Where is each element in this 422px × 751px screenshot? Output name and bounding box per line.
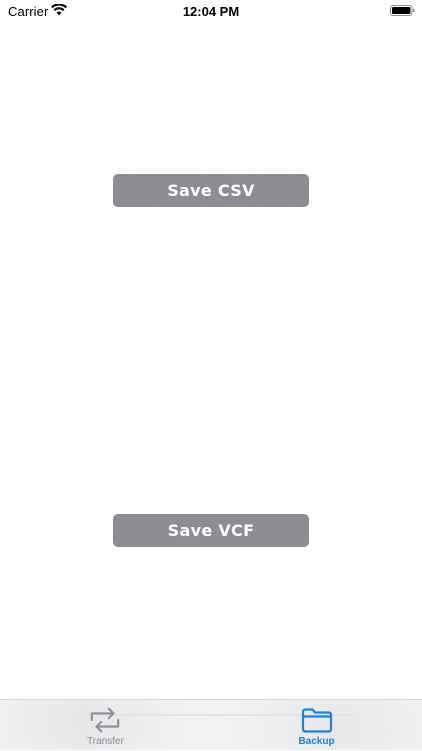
battery-icon: [390, 5, 415, 16]
clock: 12:04 PM: [182, 4, 240, 19]
tab-transfer[interactable]: Transfer: [0, 700, 211, 751]
transfer-arrows-icon: [90, 707, 119, 733]
save-vcf-button[interactable]: Save VCF: [113, 514, 309, 547]
tab-backup[interactable]: Backup: [211, 700, 422, 751]
tab-backup-label: Backup: [298, 736, 335, 747]
status-bar: Carrier 12:04 PM: [0, 0, 422, 24]
save-csv-button[interactable]: Save CSV: [113, 174, 309, 207]
folder-icon: [301, 708, 332, 733]
tab-transfer-label: Transfer: [87, 736, 124, 747]
tab-bar: Transfer Backup: [0, 699, 422, 750]
